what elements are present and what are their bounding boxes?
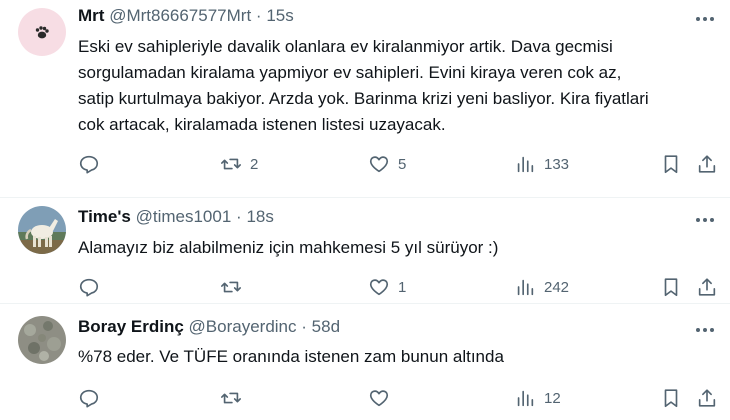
like-count: 1	[398, 278, 407, 296]
tweet-text: %78 eder. Ve TÜFE oranında istenen zam b…	[78, 344, 714, 370]
more-icon[interactable]	[694, 213, 716, 227]
retweet-button[interactable]: 2	[220, 150, 258, 178]
timestamp[interactable]: 58d	[312, 317, 340, 336]
tweet-text: Alamayız biz alabilmeniz için mahkemesi …	[78, 235, 714, 261]
avatar[interactable]	[18, 316, 66, 364]
reply-icon	[79, 389, 99, 408]
tweet-header: Boray Erdinç @Borayerdinc · 58d	[78, 317, 340, 337]
share-button[interactable]	[696, 384, 718, 412]
share-button[interactable]	[696, 273, 718, 301]
retweet-button[interactable]	[220, 273, 242, 301]
bookmark-icon	[664, 278, 678, 297]
views-count: 12	[544, 389, 561, 407]
display-name[interactable]: Time's	[78, 207, 131, 226]
tweet-actions: 12	[78, 384, 722, 412]
tweet-actions: 1 242	[78, 273, 722, 301]
retweet-icon	[221, 158, 241, 170]
timestamp[interactable]: 18s	[246, 207, 273, 226]
views-button[interactable]: 242	[514, 273, 569, 301]
user-handle[interactable]: @Mrt86667577Mrt	[109, 6, 251, 25]
tweet[interactable]: Boray Erdinç @Borayerdinc · 58d %78 eder…	[0, 303, 730, 420]
separator-dot: ·	[236, 207, 242, 226]
reply-button[interactable]	[78, 273, 100, 301]
bookmark-button[interactable]	[660, 384, 682, 412]
like-icon	[369, 279, 389, 296]
tweet-actions: 2 5 133	[78, 150, 722, 178]
like-button[interactable]	[368, 384, 390, 412]
tweet-text-line: Alamayız biz alabilmeniz için mahkemesi …	[78, 238, 499, 257]
views-icon	[517, 156, 534, 173]
views-count: 133	[544, 155, 570, 173]
tweet-feed: Mrt @Mrt86667577Mrt · 15s Eski ev sahipl…	[0, 0, 730, 420]
views-icon	[517, 279, 534, 296]
timestamp[interactable]: 15s	[266, 6, 293, 25]
like-icon	[369, 390, 389, 407]
separator-dot: ·	[301, 317, 307, 336]
user-handle[interactable]: @times1001	[136, 207, 232, 226]
views-button[interactable]: 133	[514, 150, 569, 178]
bookmark-button[interactable]	[660, 150, 682, 178]
bookmark-icon	[664, 155, 678, 174]
tweet-text-line: %78 eder. Ve TÜFE oranında istenen zam b…	[78, 347, 504, 366]
tweet-text-line: sorgulamadan kiralama yapmiyor ev sahipl…	[78, 63, 622, 82]
share-icon	[698, 278, 716, 296]
views-button[interactable]: 12	[514, 384, 561, 412]
horse-avatar-image	[18, 219, 66, 254]
tweet-header: Mrt @Mrt86667577Mrt · 15s	[78, 6, 294, 26]
tweet-text-line: satip kurtulmaya bakiyor. Arzda yok. Bar…	[78, 89, 649, 108]
bookmark-icon	[664, 389, 678, 408]
like-button[interactable]: 1	[368, 273, 406, 301]
share-button[interactable]	[696, 150, 718, 178]
textured-avatar-image	[24, 321, 61, 361]
retweet-count: 2	[250, 155, 259, 173]
user-handle[interactable]: @Borayerdinc	[189, 317, 297, 336]
share-icon	[698, 155, 716, 173]
tweet[interactable]: Mrt @Mrt86667577Mrt · 15s Eski ev sahipl…	[0, 0, 730, 198]
reply-icon	[79, 155, 99, 174]
like-count: 5	[398, 155, 407, 173]
tweet-header: Time's @times1001 · 18s	[78, 207, 274, 227]
reply-button[interactable]	[78, 150, 100, 178]
tweet-text: Eski ev sahipleriyle davalik olanlara ev…	[78, 34, 714, 138]
tweet[interactable]: Time's @times1001 · 18s Alamayız biz ala…	[0, 197, 730, 304]
like-button[interactable]: 5	[368, 150, 406, 178]
share-icon	[698, 389, 716, 407]
like-icon	[369, 156, 389, 173]
display-name[interactable]: Boray Erdinç	[78, 317, 184, 336]
avatar[interactable]	[18, 8, 66, 56]
retweet-icon	[221, 281, 241, 293]
reply-icon	[79, 278, 99, 297]
retweet-button[interactable]	[220, 384, 242, 412]
reply-button[interactable]	[78, 384, 100, 412]
tweet-text-line: cok artacak, kiralamada istenen listesi …	[78, 115, 446, 134]
views-icon	[517, 390, 534, 407]
separator-dot: ·	[255, 6, 262, 25]
retweet-icon	[221, 392, 241, 404]
paw-avatar-image	[35, 26, 49, 39]
display-name[interactable]: Mrt	[78, 6, 104, 25]
views-count: 242	[544, 278, 570, 296]
more-icon[interactable]	[694, 12, 716, 26]
bookmark-button[interactable]	[660, 273, 682, 301]
avatar[interactable]	[18, 206, 66, 254]
tweet-text-line: Eski ev sahipleriyle davalik olanlara ev…	[78, 37, 613, 56]
more-icon[interactable]	[694, 323, 716, 337]
